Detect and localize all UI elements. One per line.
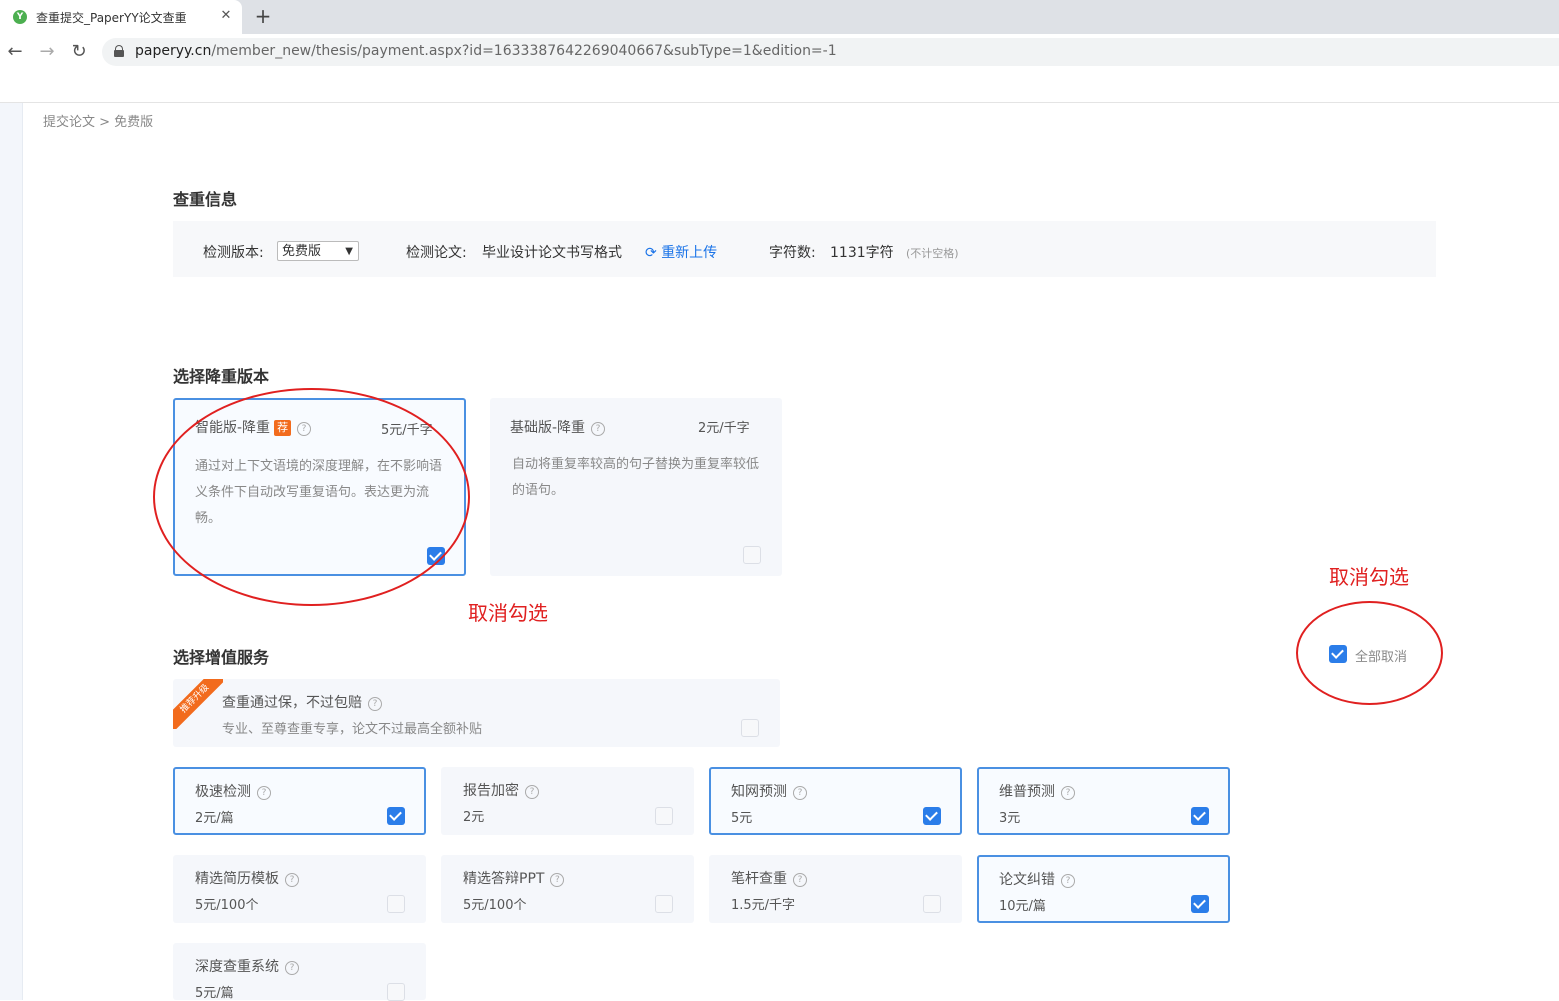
service-checkbox[interactable] (923, 807, 941, 825)
service-checkbox[interactable] (387, 807, 405, 825)
url-domain: paperyy.cn (135, 43, 212, 59)
reload-icon[interactable]: ↻ (67, 40, 91, 64)
service-card[interactable]: 极速检测? 2元/篇 (173, 767, 426, 835)
help-icon[interactable]: ? (257, 786, 271, 800)
service-card[interactable]: 论文纠错? 10元/篇 (977, 855, 1230, 923)
service-name: 维普预测? (999, 781, 1075, 801)
url-text: paperyy.cn/member_new/thesis/payment.asp… (135, 43, 837, 59)
promo-checkbox[interactable] (741, 719, 759, 737)
promo-ribbon: 推荐升级 (173, 679, 223, 729)
info-bar: 检测版本: 免费版 ▼ 检测论文: 毕业设计论文书写格式 ⟳ 重新上传 字符数:… (173, 221, 1436, 277)
service-price: 2元 (463, 810, 485, 825)
service-price: 5元/篇 (195, 986, 234, 1001)
service-checkbox[interactable] (387, 983, 405, 1001)
reupload-label: 重新上传 (661, 245, 718, 261)
service-price: 10元/篇 (999, 899, 1046, 914)
forward-arrow-icon[interactable]: → (35, 40, 59, 64)
service-price: 5元/100个 (195, 898, 259, 913)
service-name: 精选简历模板? (195, 868, 299, 888)
annotation-ellipse-reduce (153, 388, 470, 606)
reduce-option-price: 2元/千字 (698, 421, 750, 436)
chars-value: 1131字符 (830, 245, 894, 261)
annotation-text-uncheck-reduce: 取消勾选 (468, 601, 548, 625)
address-bar[interactable]: paperyy.cn/member_new/thesis/payment.asp… (102, 38, 1559, 66)
services-section-title: 选择增值服务 (173, 648, 270, 667)
help-icon[interactable]: ? (1061, 786, 1075, 800)
reduce-option-checkbox[interactable] (743, 546, 761, 564)
help-icon[interactable]: ? (550, 873, 565, 887)
new-tab-button[interactable]: + (252, 5, 274, 27)
chars-label: 字符数: (769, 245, 816, 261)
service-card[interactable]: 报告加密? 2元 (441, 767, 694, 835)
service-name: 深度查重系统? (195, 956, 299, 976)
version-label: 检测版本: (203, 245, 264, 261)
service-price: 5元 (731, 811, 753, 826)
reduce-option-name: 基础版-降重? (510, 417, 606, 437)
back-arrow-icon[interactable]: ← (3, 40, 27, 64)
browser-tab[interactable]: Y 查重提交_PaperYY论文查重 ✕ (0, 0, 242, 34)
service-name: 精选答辩PPT? (463, 868, 565, 888)
page-header (0, 70, 1559, 103)
service-checkbox[interactable] (1191, 895, 1209, 913)
service-checkbox[interactable] (1191, 807, 1209, 825)
service-name: 知网预测? (731, 781, 807, 801)
version-select[interactable]: 免费版 ▼ (277, 241, 359, 261)
service-checkbox[interactable] (655, 895, 673, 913)
service-card[interactable]: 笔杆查重? 1.5元/千字 (709, 855, 962, 923)
refresh-icon: ⟳ (645, 245, 657, 261)
chars-note: (不计空格) (906, 247, 959, 260)
tab-title: 查重提交_PaperYY论文查重 (36, 11, 187, 25)
service-card[interactable]: 精选简历模板? 5元/100个 (173, 855, 426, 923)
promo-service-card[interactable]: 推荐升级 查重通过保，不过包赔? 专业、至尊查重专享，论文不过最高全额补贴 (173, 679, 780, 747)
url-path: /member_new/thesis/payment.aspx?id=16333… (211, 43, 837, 59)
service-name: 报告加密? (463, 780, 539, 800)
reduce-option-basic[interactable]: 基础版-降重? 2元/千字 自动将重复率较高的句子替换为重复率较低的语句。 (490, 398, 782, 576)
service-price: 3元 (999, 811, 1021, 826)
service-price: 2元/篇 (195, 811, 234, 826)
breadcrumb: 提交论文 > 免费版 (43, 115, 154, 130)
help-icon[interactable]: ? (793, 873, 807, 887)
help-icon[interactable]: ? (793, 786, 807, 800)
tab-close-icon[interactable]: ✕ (216, 6, 236, 26)
help-icon[interactable]: ? (525, 785, 539, 799)
reupload-link[interactable]: ⟳ 重新上传 (645, 242, 717, 262)
annotation-ellipse-select-all (1296, 601, 1443, 705)
site-favicon-icon: Y (13, 10, 27, 24)
left-sidebar-strip (0, 103, 23, 1000)
help-icon[interactable]: ? (591, 422, 606, 436)
info-section-title: 查重信息 (173, 190, 238, 209)
version-select-value: 免费版 (282, 244, 322, 259)
paper-name: 毕业设计论文书写格式 (482, 245, 622, 261)
reduce-section-title: 选择降重版本 (173, 367, 270, 386)
service-name: 极速检测? (195, 781, 271, 801)
service-checkbox[interactable] (655, 807, 673, 825)
service-card[interactable]: 知网预测? 5元 (709, 767, 962, 835)
help-icon[interactable]: ? (285, 961, 299, 975)
help-icon[interactable]: ? (368, 697, 382, 711)
service-name: 笔杆查重? (731, 868, 807, 888)
service-card[interactable]: 深度查重系统? 5元/篇 (173, 943, 426, 1001)
help-icon[interactable]: ? (1061, 874, 1075, 888)
promo-desc: 专业、至尊查重专享，论文不过最高全额补贴 (222, 722, 483, 737)
service-price: 5元/100个 (463, 898, 527, 913)
service-checkbox[interactable] (387, 895, 405, 913)
promo-title: 查重通过保，不过包赔? (222, 692, 382, 712)
reduce-option-desc: 自动将重复率较高的句子替换为重复率较低的语句。 (512, 457, 760, 498)
service-price: 1.5元/千字 (731, 898, 796, 913)
paper-label: 检测论文: (406, 245, 467, 261)
lock-icon (114, 45, 124, 57)
chevron-down-icon: ▼ (345, 246, 353, 257)
service-card[interactable]: 维普预测? 3元 (977, 767, 1230, 835)
annotation-text-uncheck-all: 取消勾选 (1329, 565, 1409, 589)
service-name: 论文纠错? (999, 869, 1075, 889)
browser-tab-bar: Y 查重提交_PaperYY论文查重 ✕ + (0, 0, 1559, 34)
help-icon[interactable]: ? (285, 873, 299, 887)
service-card[interactable]: 精选答辩PPT? 5元/100个 (441, 855, 694, 923)
service-checkbox[interactable] (923, 895, 941, 913)
